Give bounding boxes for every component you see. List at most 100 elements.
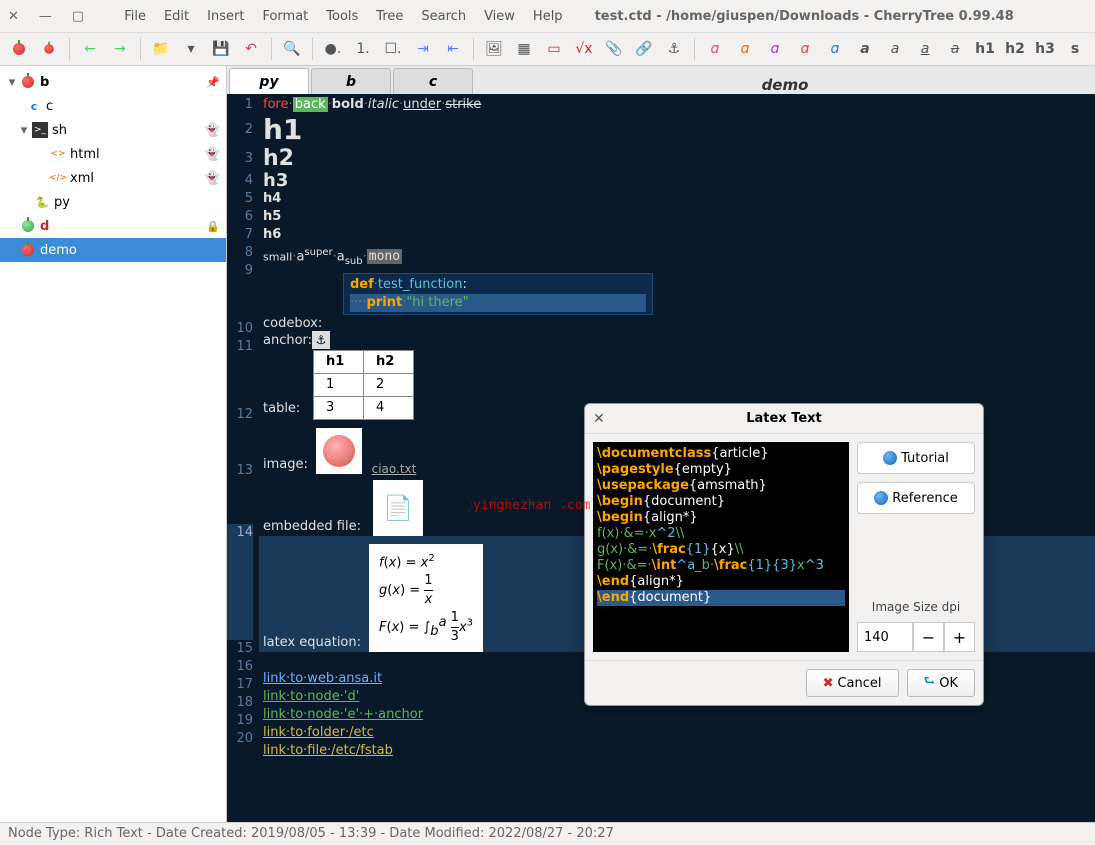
back-icon[interactable]: ← [77, 36, 103, 62]
bold-icon[interactable]: a [852, 36, 878, 62]
window-title: test.ctd - /home/giuspen/Downloads - Che… [595, 9, 1014, 24]
codebox[interactable]: def·test_function: ····print·"hi there" [343, 273, 653, 315]
size-label: Image Size dpi [857, 600, 975, 614]
todo-icon[interactable]: ☐. [380, 36, 406, 62]
dpi-spinner: − + [857, 622, 975, 652]
link-folder-line[interactable]: link·to·folder·/etc [263, 724, 1095, 742]
tree-label: b [40, 75, 49, 90]
new-node-icon[interactable] [6, 36, 32, 62]
search-icon[interactable]: 🔍 [279, 36, 305, 62]
color-icon[interactable]: ɑ [792, 36, 818, 62]
globe-icon [874, 491, 888, 505]
outdent-icon[interactable]: ⇤ [440, 36, 466, 62]
h3-icon[interactable]: h3 [1032, 36, 1058, 62]
status-text: Node Type: Rich Text - Date Created: 201… [8, 826, 614, 841]
reference-button[interactable]: Reference [857, 482, 975, 514]
close-icon[interactable]: ✕ [8, 9, 19, 24]
content-table[interactable]: h1h2 12 34 [313, 350, 414, 420]
tree-node-sh[interactable]: ▾>_ sh 👻 [0, 118, 226, 142]
tab-c[interactable]: c [393, 68, 473, 94]
bullet-icon[interactable]: ●. [320, 36, 346, 62]
undo-icon[interactable]: ↶ [238, 36, 264, 62]
anchor-glyph-icon[interactable]: ⚓ [312, 331, 330, 349]
menu-help[interactable]: Help [533, 9, 563, 24]
tree-node-xml[interactable]: </> xml 👻 [0, 166, 226, 190]
anchor-icon[interactable]: ⚓ [661, 36, 687, 62]
menu-edit[interactable]: Edit [164, 9, 189, 24]
ghost-icon: 👻 [204, 171, 220, 186]
tree-node-py[interactable]: 🐍 py [0, 190, 226, 214]
indent-icon[interactable]: ⇥ [410, 36, 436, 62]
dpi-input[interactable] [857, 622, 913, 652]
toolbar: ← → 📁 ▾ 💾 ↶ 🔍 ●. 1. ☐. ⇥ ⇤ 🖼 ▦ ▭ √x 📎 🔗 … [0, 32, 1095, 66]
latex-image[interactable]: f(x) = x2 g(x) = 1x F(x) = ∫ba 13x3 [369, 544, 483, 652]
menu-tools[interactable]: Tools [326, 9, 358, 24]
color2-icon[interactable]: ɑ [822, 36, 848, 62]
minimize-icon[interactable]: — [39, 9, 52, 24]
watermark: yinghezhan .com [473, 498, 590, 513]
tab-bar: py b c demo [227, 66, 1095, 94]
h2-icon[interactable]: h2 [1002, 36, 1028, 62]
tab-b[interactable]: b [311, 68, 391, 94]
menu-tree[interactable]: Tree [376, 9, 403, 24]
image-icon[interactable]: 🖼 [481, 36, 507, 62]
save-icon[interactable]: 💾 [208, 36, 234, 62]
menu-search[interactable]: Search [421, 9, 466, 24]
codebox-line: def·test_function: ····print·"hi there" … [263, 273, 1095, 331]
menu-insert[interactable]: Insert [207, 9, 244, 24]
equation-icon[interactable]: √x [571, 36, 597, 62]
small-icon[interactable]: s [1062, 36, 1088, 62]
line-gutter: 12 34567 89 1011 1213 14 151617181920 [227, 94, 259, 822]
menu-file[interactable]: File [124, 9, 146, 24]
dpi-minus-button[interactable]: − [913, 622, 944, 652]
lock-icon: 🔒 [206, 220, 220, 233]
cancel-button[interactable]: ✖Cancel [806, 669, 899, 697]
new-subnode-icon[interactable] [36, 36, 62, 62]
attach-icon[interactable]: 📎 [601, 36, 627, 62]
dialog-titlebar: ✕ Latex Text [585, 404, 983, 434]
file-icon[interactable]: 📄 [373, 480, 423, 536]
tree-node-html[interactable]: <> html 👻 [0, 142, 226, 166]
underline-icon[interactable]: a [912, 36, 938, 62]
tree-label: html [70, 147, 100, 162]
file-name: ciao.txt [372, 460, 417, 478]
ghost-icon: 👻 [204, 147, 220, 162]
remove-fmt-icon[interactable]: ɑ [702, 36, 728, 62]
tree-node-demo[interactable]: demo [0, 238, 226, 262]
dropdown-icon[interactable]: ▾ [178, 36, 204, 62]
ok-button[interactable]: ⮑OK [907, 669, 975, 697]
tree-node-b[interactable]: ▾ b 📌 [0, 70, 226, 94]
h1-line: h1 [263, 114, 1095, 146]
table-icon[interactable]: ▦ [511, 36, 537, 62]
h5-line: h5 [263, 208, 1095, 226]
codebox-icon[interactable]: ▭ [541, 36, 567, 62]
menu-format[interactable]: Format [262, 9, 308, 24]
numbered-icon[interactable]: 1. [350, 36, 376, 62]
tutorial-button[interactable]: Tutorial [857, 442, 975, 474]
tree-node-d[interactable]: d 🔒 [0, 214, 226, 238]
link-node-e-line[interactable]: link·to·node·'e'·+·anchor [263, 706, 1095, 724]
tree-label: py [54, 195, 70, 210]
latex-editor[interactable]: \documentclass{article} \pagestyle{empty… [593, 442, 849, 652]
line-8: small·asuper·asub·mono [263, 244, 1095, 271]
dialog-close-icon[interactable]: ✕ [593, 411, 605, 427]
tree-label: d [40, 219, 49, 234]
bg-color-icon[interactable]: ɑ [762, 36, 788, 62]
h2-line: h2 [263, 146, 1095, 172]
open-icon[interactable]: 📁 [148, 36, 174, 62]
tab-py[interactable]: py [229, 68, 309, 94]
h1-icon[interactable]: h1 [972, 36, 998, 62]
line-1: fore·back·bold·italic·under·strike [263, 96, 1095, 114]
ok-icon: ⮑ [924, 672, 936, 694]
embedded-image[interactable] [316, 428, 362, 474]
dpi-plus-button[interactable]: + [944, 622, 975, 652]
link-icon[interactable]: 🔗 [631, 36, 657, 62]
fg-color-icon[interactable]: ɑ [732, 36, 758, 62]
maximize-icon[interactable]: ▢ [72, 9, 84, 24]
italic-icon[interactable]: a [882, 36, 908, 62]
link-file-line[interactable]: link·to·file·/etc/fstab [263, 742, 1095, 760]
tree-node-c[interactable]: c c [0, 94, 226, 118]
menu-view[interactable]: View [484, 9, 515, 24]
strike-icon[interactable]: a [942, 36, 968, 62]
forward-icon[interactable]: → [107, 36, 133, 62]
